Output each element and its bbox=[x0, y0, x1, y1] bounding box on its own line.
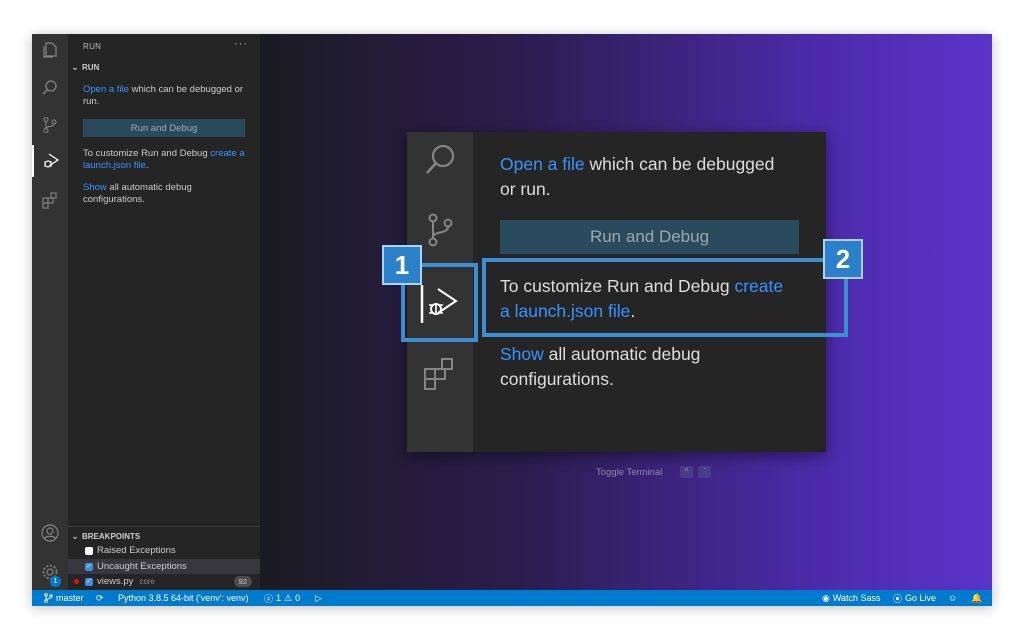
status-bar: master ⟳ Python 3.8.5 64-bit ('venv': ve… bbox=[32, 590, 992, 606]
breakpoints-title: BREAKPOINTS bbox=[82, 531, 141, 541]
settings-badge: 1 bbox=[50, 576, 61, 587]
account-icon[interactable] bbox=[32, 517, 68, 549]
extensions-icon bbox=[407, 356, 473, 392]
go-live-label: Go Live bbox=[905, 593, 937, 603]
callout-run-and-debug-button: Run and Debug bbox=[500, 220, 799, 254]
search-icon[interactable] bbox=[32, 72, 68, 104]
warning-count: 0 bbox=[295, 593, 301, 603]
search-icon bbox=[407, 142, 473, 178]
error-icon: ⓧ bbox=[264, 593, 274, 604]
branch-icon bbox=[44, 593, 53, 603]
callout-show-text: Show all automatic debug configurations. bbox=[500, 342, 820, 392]
callout-open-text: Open a file which can be debugged or run… bbox=[500, 152, 820, 202]
breakpoints-section-header[interactable]: ⌄ BREAKPOINTS bbox=[68, 528, 260, 544]
shortcut-key-ctrl: ^ bbox=[680, 466, 693, 478]
step-badge-2: 2 bbox=[823, 239, 863, 279]
go-live-button[interactable]: ⦿ Go Live bbox=[893, 590, 936, 606]
source-control-icon bbox=[407, 212, 473, 248]
show-configs-link[interactable]: Show bbox=[83, 182, 107, 193]
extensions-icon[interactable] bbox=[32, 184, 68, 216]
breakpoint-raised-exceptions[interactable]: Raised Exceptions bbox=[68, 543, 260, 558]
broadcast-icon: ⦿ bbox=[893, 593, 903, 604]
notifications-bell-icon[interactable]: 🔔 bbox=[971, 590, 982, 606]
feedback-icon[interactable]: ☺ bbox=[948, 590, 957, 606]
checkbox-checked[interactable]: ✓ bbox=[85, 577, 93, 586]
callout-open-rest2: or run. bbox=[500, 179, 551, 199]
open-file-link[interactable]: Open a file bbox=[83, 84, 129, 95]
chevron-down-icon: ⌄ bbox=[71, 61, 79, 72]
sidebar-title: RUN bbox=[83, 42, 102, 51]
breakpoint-uncaught-exceptions[interactable]: ✓ Uncaught Exceptions bbox=[68, 559, 260, 574]
welcome-open: Open a file which can be debugged or run… bbox=[83, 84, 248, 108]
branch-name: master bbox=[56, 593, 84, 603]
more-actions-icon[interactable]: ··· bbox=[234, 38, 248, 50]
eye-icon: ◉ bbox=[822, 592, 830, 603]
run-section-header[interactable]: ⌄ RUN bbox=[68, 59, 260, 75]
highlight-launch-json bbox=[482, 258, 848, 337]
shortcut-key-backtick: ` bbox=[698, 466, 711, 478]
vscode-window: 1 RUN ··· ⌄ RUN Open a file which can be… bbox=[32, 34, 992, 606]
breakpoint-label: views.py bbox=[97, 576, 134, 587]
problems-indicator[interactable]: ⓧ 1 ⚠ 0 bbox=[264, 590, 300, 606]
sidebar: RUN ··· ⌄ RUN Open a file which can be d… bbox=[68, 34, 260, 590]
sync-icon[interactable]: ⟳ bbox=[96, 590, 104, 606]
breakpoint-path: core bbox=[139, 577, 155, 586]
settings-gear-icon[interactable]: 1 bbox=[32, 556, 68, 588]
warning-icon: ⚠ bbox=[284, 592, 293, 603]
breakpoint-dot-icon bbox=[74, 579, 79, 584]
callout-show-rest2: configurations. bbox=[500, 369, 614, 389]
toggle-terminal-hint: Toggle Terminal bbox=[596, 467, 663, 478]
run-debug-icon[interactable] bbox=[32, 145, 68, 177]
run-and-debug-button[interactable]: Run and Debug bbox=[83, 119, 245, 137]
source-control-icon[interactable] bbox=[32, 109, 68, 141]
callout-show-link: Show bbox=[500, 344, 544, 364]
watch-sass-label: Watch Sass bbox=[832, 593, 881, 603]
branch-indicator[interactable]: master bbox=[44, 590, 84, 606]
run-play-icon[interactable]: ▷ bbox=[315, 590, 322, 606]
customize-text: To customize Run and Debug bbox=[83, 148, 211, 159]
watch-sass-button[interactable]: ◉ Watch Sass bbox=[822, 590, 881, 606]
breakpoints-divider bbox=[68, 526, 260, 527]
customize-end: . bbox=[145, 160, 149, 171]
breakpoint-views-py[interactable]: ✓ views.py core 92 bbox=[68, 574, 260, 589]
callout-open-rest: which can be debugged bbox=[584, 154, 775, 174]
step-badge-1: 1 bbox=[382, 245, 422, 285]
callout-open-file-link: Open a file bbox=[500, 154, 585, 174]
error-count: 1 bbox=[276, 593, 282, 603]
editor-area: Open a file which can be debugged or run… bbox=[260, 34, 992, 590]
breakpoint-count-badge: 92 bbox=[233, 576, 252, 587]
checkbox-unchecked[interactable] bbox=[85, 546, 93, 555]
activity-bar: 1 bbox=[32, 34, 68, 590]
files-icon[interactable] bbox=[32, 34, 68, 66]
welcome-customize: To customize Run and Debug create a laun… bbox=[83, 148, 248, 172]
run-section-title: RUN bbox=[82, 62, 100, 72]
chevron-down-icon: ⌄ bbox=[71, 530, 79, 541]
breakpoint-label: Uncaught Exceptions bbox=[97, 561, 187, 572]
callout-show-rest: all automatic debug bbox=[543, 344, 701, 364]
python-interpreter[interactable]: Python 3.8.5 64-bit ('venv': venv) bbox=[118, 590, 249, 606]
checkbox-checked[interactable]: ✓ bbox=[85, 562, 93, 571]
welcome-show: Show all automatic debug configurations. bbox=[83, 182, 248, 206]
breakpoint-label: Raised Exceptions bbox=[97, 545, 176, 556]
